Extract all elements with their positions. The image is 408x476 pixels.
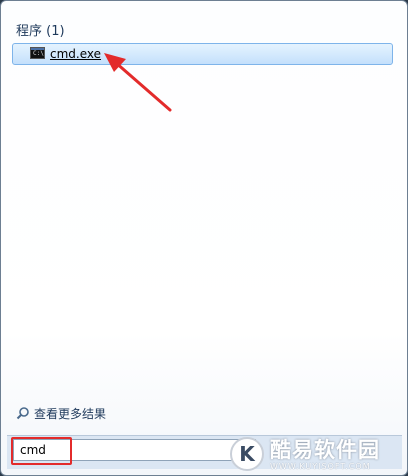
watermark-cn: 酷易软件园 [270, 437, 380, 462]
watermark: K 酷易软件园 WWW.KUYISOFT.COM [230, 432, 408, 476]
see-more-results-link[interactable]: 查看更多结果 [16, 404, 106, 422]
result-item-cmd[interactable]: C:\ cmd.exe [12, 43, 393, 65]
search-icon [16, 407, 29, 420]
search-highlight-annotation [11, 437, 72, 465]
cmd-console-icon: C:\ [30, 47, 45, 59]
watermark-en: WWW.KUYISOFT.COM [270, 461, 371, 471]
start-menu-panel: 程序 (1) C:\ cmd.exe 查看更多结果 [0, 0, 408, 476]
section-title: 程序 (1) [16, 24, 65, 39]
watermark-logo: K [230, 437, 264, 471]
see-more-label: 查看更多结果 [34, 406, 107, 421]
result-item-label: cmd.exe [50, 47, 102, 61]
